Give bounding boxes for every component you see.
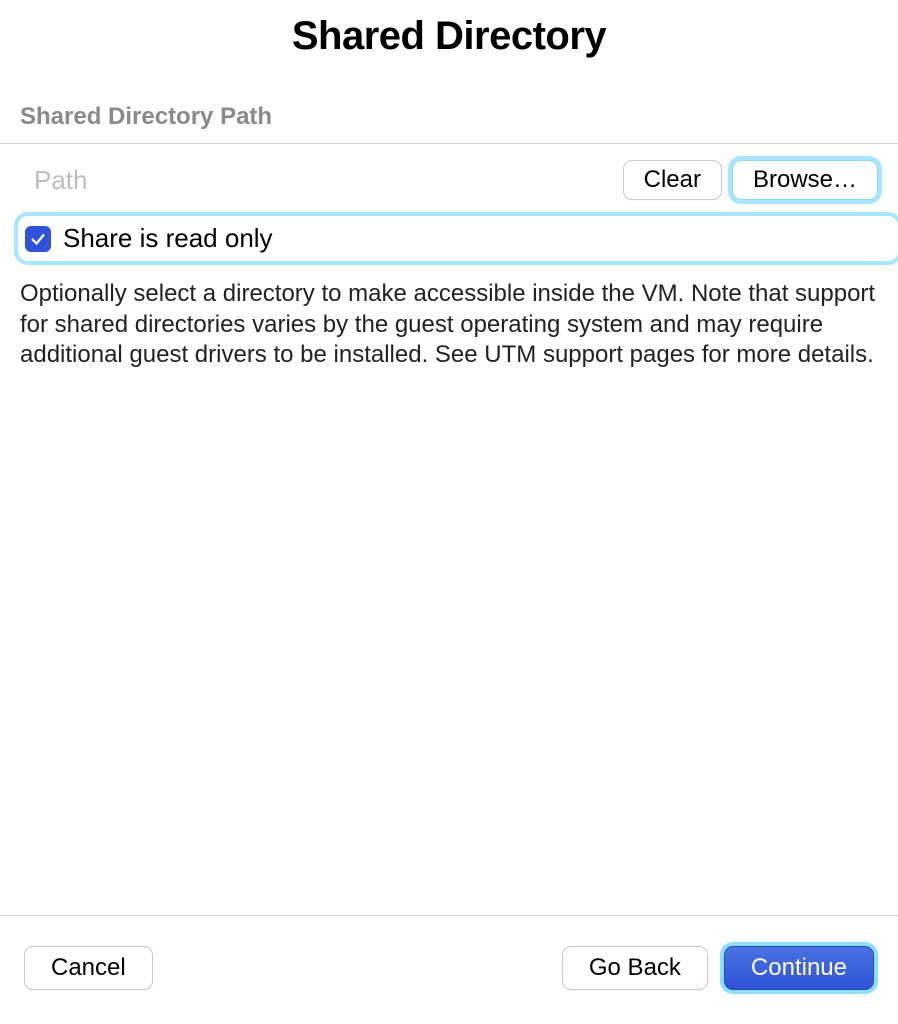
section-header-shared-directory-path: Shared Directory Path — [0, 103, 898, 143]
path-input[interactable]: Path — [20, 165, 613, 196]
continue-button[interactable]: Continue — [724, 946, 874, 990]
page-title: Shared Directory — [0, 14, 898, 59]
checkbox-checked-icon — [25, 226, 51, 252]
footer: Cancel Go Back Continue — [0, 915, 898, 1024]
browse-button[interactable]: Browse… — [732, 160, 878, 200]
cancel-button[interactable]: Cancel — [24, 946, 153, 990]
read-only-label: Share is read only — [63, 223, 273, 254]
footer-row: Cancel Go Back Continue — [0, 916, 898, 1024]
go-back-button[interactable]: Go Back — [562, 946, 708, 990]
path-row: Path Clear Browse… — [0, 144, 898, 210]
clear-button[interactable]: Clear — [623, 160, 722, 200]
read-only-checkbox-row[interactable]: Share is read only — [18, 216, 898, 261]
shared-directory-window: Shared Directory Shared Directory Path P… — [0, 0, 898, 1024]
description-text: Optionally select a directory to make ac… — [0, 261, 898, 371]
